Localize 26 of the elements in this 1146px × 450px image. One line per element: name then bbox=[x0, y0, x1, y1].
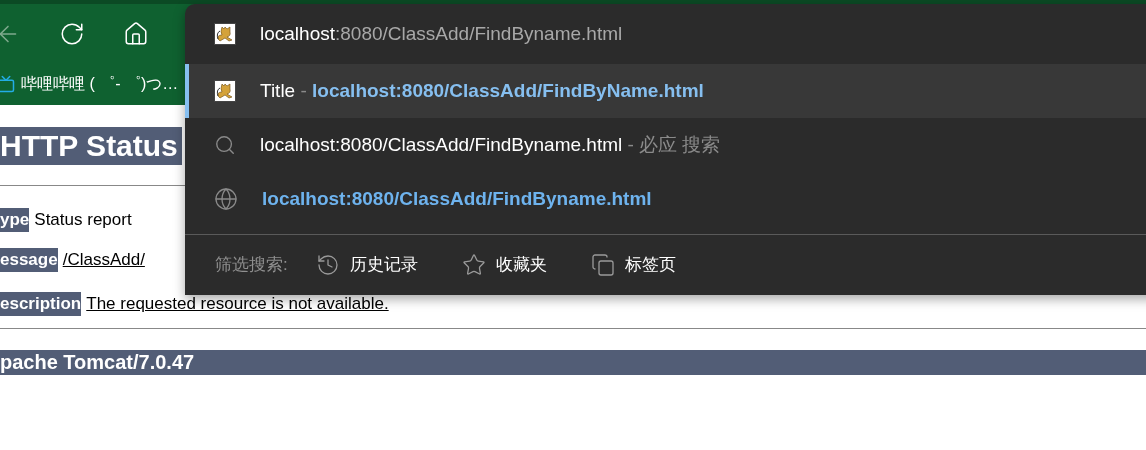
field-label: ype bbox=[0, 208, 30, 232]
field-label: escription bbox=[0, 292, 82, 316]
footer-bar: pache Tomcat/7.0.47 bbox=[0, 350, 1146, 375]
favorites-icon bbox=[461, 253, 486, 277]
tv-icon bbox=[0, 75, 15, 93]
filter-label: 筛选搜索: bbox=[215, 254, 288, 277]
bookmark[interactable]: 哔哩哔哩 ( ゜- ゜)つ… bbox=[0, 72, 179, 96]
favorites-filter-button[interactable]: 收藏夹 bbox=[461, 252, 563, 278]
suggestion-item[interactable]: localhost:8080/ClassAdd/FindByname.html - 必应 搜索 bbox=[185, 118, 1146, 172]
field-label: essage bbox=[0, 248, 58, 272]
suggestion-item[interactable]: localhost:8080/ClassAdd/FindByname.html bbox=[185, 172, 1146, 226]
cat-icon bbox=[214, 80, 236, 102]
history-icon bbox=[315, 253, 340, 277]
field-link[interactable]: /ClassAdd/ bbox=[62, 248, 145, 272]
address-field[interactable]: localhost:8080/ClassAdd/FindByname.html bbox=[185, 4, 1146, 64]
search-icon bbox=[214, 134, 236, 156]
field-link[interactable]: The requested resource is not available. bbox=[86, 292, 389, 316]
tabs-filter-button[interactable]: 标签页 bbox=[590, 252, 692, 278]
cat-icon bbox=[214, 23, 236, 45]
suggestion-item[interactable]: Title - localhost:8080/ClassAdd/FindByName.html bbox=[185, 64, 1146, 118]
page-heading: HTTP Status bbox=[0, 127, 182, 165]
home-icon bbox=[123, 20, 149, 47]
history-filter-button[interactable]: 历史记录 bbox=[315, 252, 434, 278]
tabs-icon bbox=[590, 253, 615, 277]
globe-icon bbox=[214, 187, 238, 211]
field-value: Status report bbox=[34, 209, 132, 231]
